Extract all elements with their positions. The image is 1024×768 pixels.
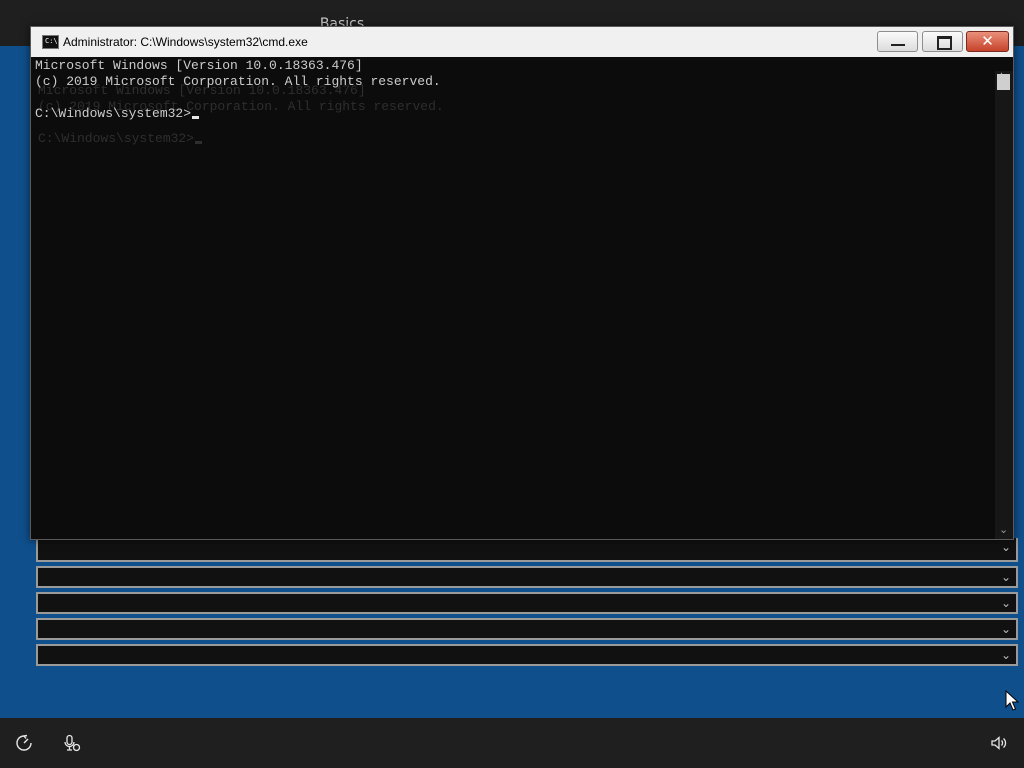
scroll-thumb[interactable]: [997, 74, 1010, 90]
dropdown-list: ⌄ ⌄ ⌄ ⌄ ⌄: [36, 538, 1018, 670]
chevron-down-icon: ⌄: [1000, 570, 1011, 584]
cmd-window-title: Administrator: C:\Windows\system32\cmd.e…: [63, 35, 308, 49]
dropdown-field[interactable]: ⌄: [36, 538, 1018, 562]
chevron-down-icon: ⌄: [1000, 622, 1011, 636]
scroll-down-arrow-icon[interactable]: ⌄: [999, 523, 1008, 536]
cmd-app-icon[interactable]: C:\: [42, 35, 59, 49]
minimize-icon: [891, 44, 905, 46]
maximize-icon: [937, 36, 952, 50]
dropdown-field[interactable]: ⌄: [36, 566, 1018, 588]
command-prompt[interactable]: C:\Windows\system32>: [35, 106, 200, 122]
minimize-button[interactable]: [877, 31, 918, 52]
microphone-icon[interactable]: [63, 734, 81, 752]
chevron-down-icon: ⌄: [1000, 596, 1011, 610]
oobe-bottom-bar: [0, 718, 1024, 768]
cmd-titlebar[interactable]: C:\ Administrator: C:\Windows\system32\c…: [31, 27, 1013, 57]
close-icon: ✕: [981, 32, 994, 50]
console-line: Microsoft Windows [Version 10.0.18363.47…: [35, 58, 363, 73]
chevron-down-icon: ⌄: [1000, 648, 1011, 662]
cmd-window[interactable]: C:\ Administrator: C:\Windows\system32\c…: [30, 26, 1014, 540]
chevron-down-icon: ⌄: [1000, 540, 1011, 554]
mouse-pointer-icon: [1005, 689, 1020, 712]
maximize-button[interactable]: [922, 31, 963, 52]
dropdown-field[interactable]: ⌄: [36, 644, 1018, 666]
dropdown-field[interactable]: ⌄: [36, 592, 1018, 614]
console-output[interactable]: Microsoft Windows [Version 10.0.18363.47…: [32, 57, 994, 537]
console-line: (c) 2019 Microsoft Corporation. All righ…: [35, 74, 441, 89]
close-button[interactable]: ✕: [966, 31, 1009, 52]
dropdown-field[interactable]: ⌄: [36, 618, 1018, 640]
ghost-text: C:\Windows\system32>: [38, 131, 203, 147]
vertical-scrollbar[interactable]: ▲ ⌄: [995, 71, 1013, 539]
text-cursor: [192, 116, 200, 119]
volume-icon[interactable]: [990, 734, 1008, 752]
ease-of-access-icon[interactable]: [15, 734, 33, 752]
